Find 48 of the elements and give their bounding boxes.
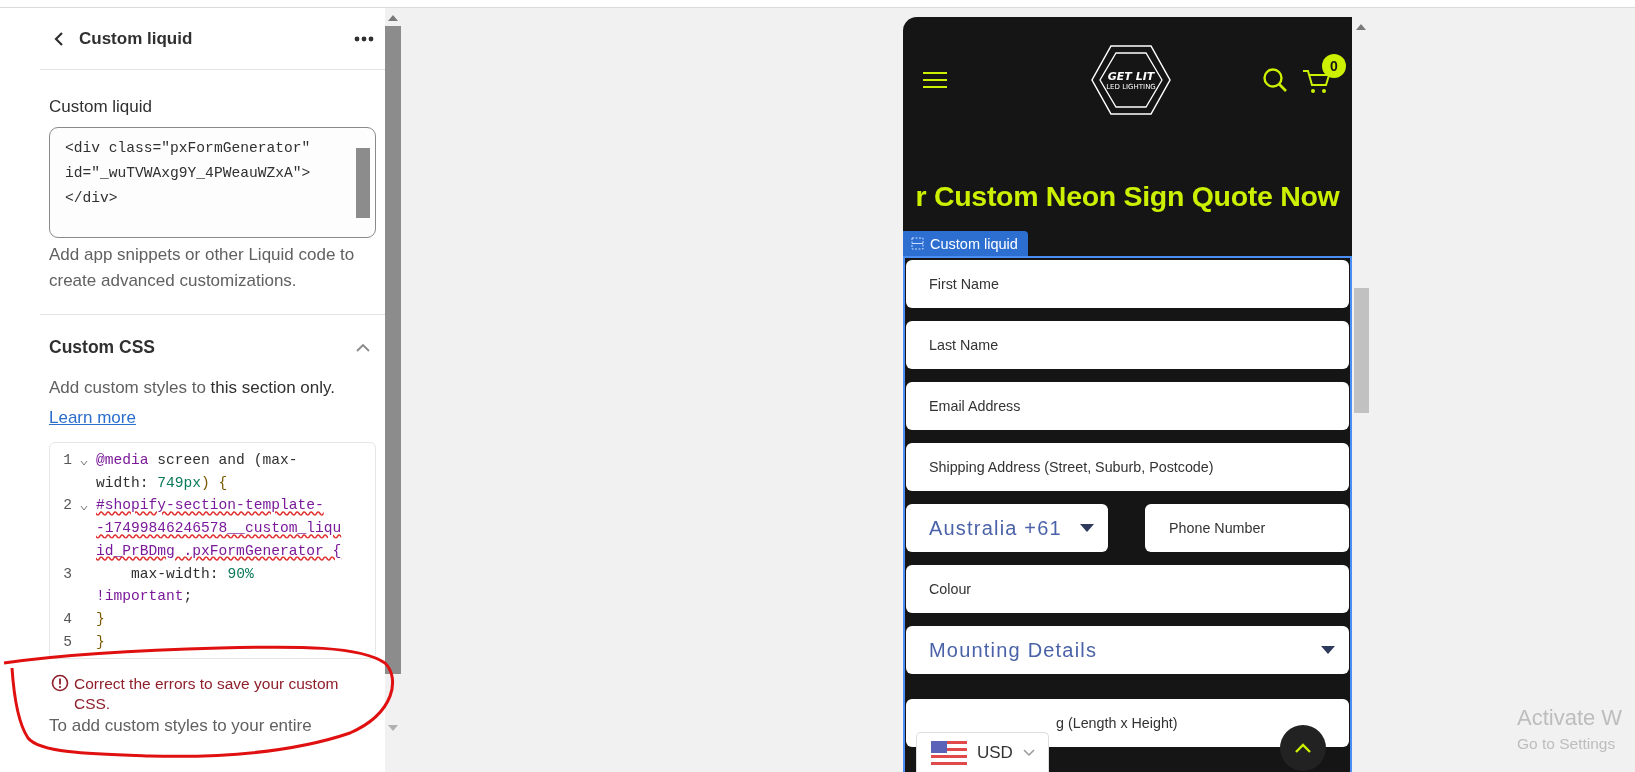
code-line: } xyxy=(96,609,106,629)
input-field[interactable]: Email Address xyxy=(906,382,1349,430)
input-field[interactable]: Last Name xyxy=(906,321,1349,369)
cart-count: 0 xyxy=(1322,54,1346,78)
line-number: 4 xyxy=(62,609,72,629)
error-message: Correct the errors to save your custom CSS. xyxy=(74,674,340,715)
code-line: max-width: 90% !important; xyxy=(96,564,255,607)
select-field[interactable]: Australia +61 xyxy=(906,504,1108,552)
more-icon[interactable] xyxy=(354,35,374,42)
description-text: Add custom styles to this section only. xyxy=(49,378,336,398)
input-field[interactable]: Phone Number xyxy=(1145,504,1349,552)
input-field[interactable]: First Name xyxy=(906,260,1349,308)
line-number: 3 xyxy=(62,564,72,584)
input-field[interactable]: Shipping Address (Street, Suburb, Postcode) xyxy=(906,443,1349,491)
code-line: #shopify-section-template--17499846246578__custom_liquid_PrBDmg .pxFormGenerator { xyxy=(96,496,343,561)
flag-icon xyxy=(931,740,967,765)
line-number: 5 xyxy=(62,632,72,652)
code-line: @media screen and (max-width: 749px) { xyxy=(96,451,299,493)
select-field[interactable]: Mounting Details xyxy=(906,626,1349,674)
line-number: 2 xyxy=(62,496,72,516)
code-line: } xyxy=(96,632,106,652)
help-text: To add custom styles to your entire xyxy=(49,716,313,738)
currency-selector[interactable]: USD xyxy=(916,732,1049,772)
section-icon xyxy=(911,237,924,250)
cart-icon[interactable] xyxy=(1302,69,1330,95)
section-label[interactable]: Custom liquid xyxy=(903,231,1028,256)
dropdown-icon xyxy=(1320,645,1336,655)
panel-title: Custom liquid xyxy=(79,28,194,49)
menu-icon[interactable] xyxy=(923,72,947,88)
fold-icon[interactable] xyxy=(80,505,88,512)
page-heading: r Custom Neon Sign Quote Now xyxy=(915,180,1340,213)
help-text: Add app snippets or other Liquid code to create advanced customizations. xyxy=(49,244,356,292)
input-field[interactable]: Colour xyxy=(906,565,1349,613)
code-editor[interactable]: 1 @media screen and (max-width: 749px) { 2 #shopify-section-template--17499846246578__custom_liquid_PrBDmg .pxFormGenerator { 3 max-width: 90% !important; 4 } 5 } xyxy=(49,442,376,660)
field-label: Custom liquid xyxy=(49,97,153,117)
line-number: 1 xyxy=(62,451,72,470)
back-to-top-button[interactable] xyxy=(1280,725,1326,771)
dropdown-icon xyxy=(1079,523,1095,533)
fold-icon[interactable] xyxy=(80,460,88,466)
back-icon[interactable] xyxy=(53,30,65,47)
section-title: Custom CSS xyxy=(49,336,155,358)
chevron-up-icon[interactable] xyxy=(356,342,370,352)
chevron-down-icon xyxy=(1022,748,1035,757)
learn-more-link[interactable]: Learn more xyxy=(49,408,136,428)
search-icon[interactable] xyxy=(1262,67,1288,93)
scrollbar[interactable] xyxy=(385,8,401,772)
error-icon xyxy=(51,674,69,693)
code-field[interactable]: <div class="pxFormGenerator" id="_wuTVWAxg9Y_4PWeauWZxA"> </div> xyxy=(49,127,376,238)
